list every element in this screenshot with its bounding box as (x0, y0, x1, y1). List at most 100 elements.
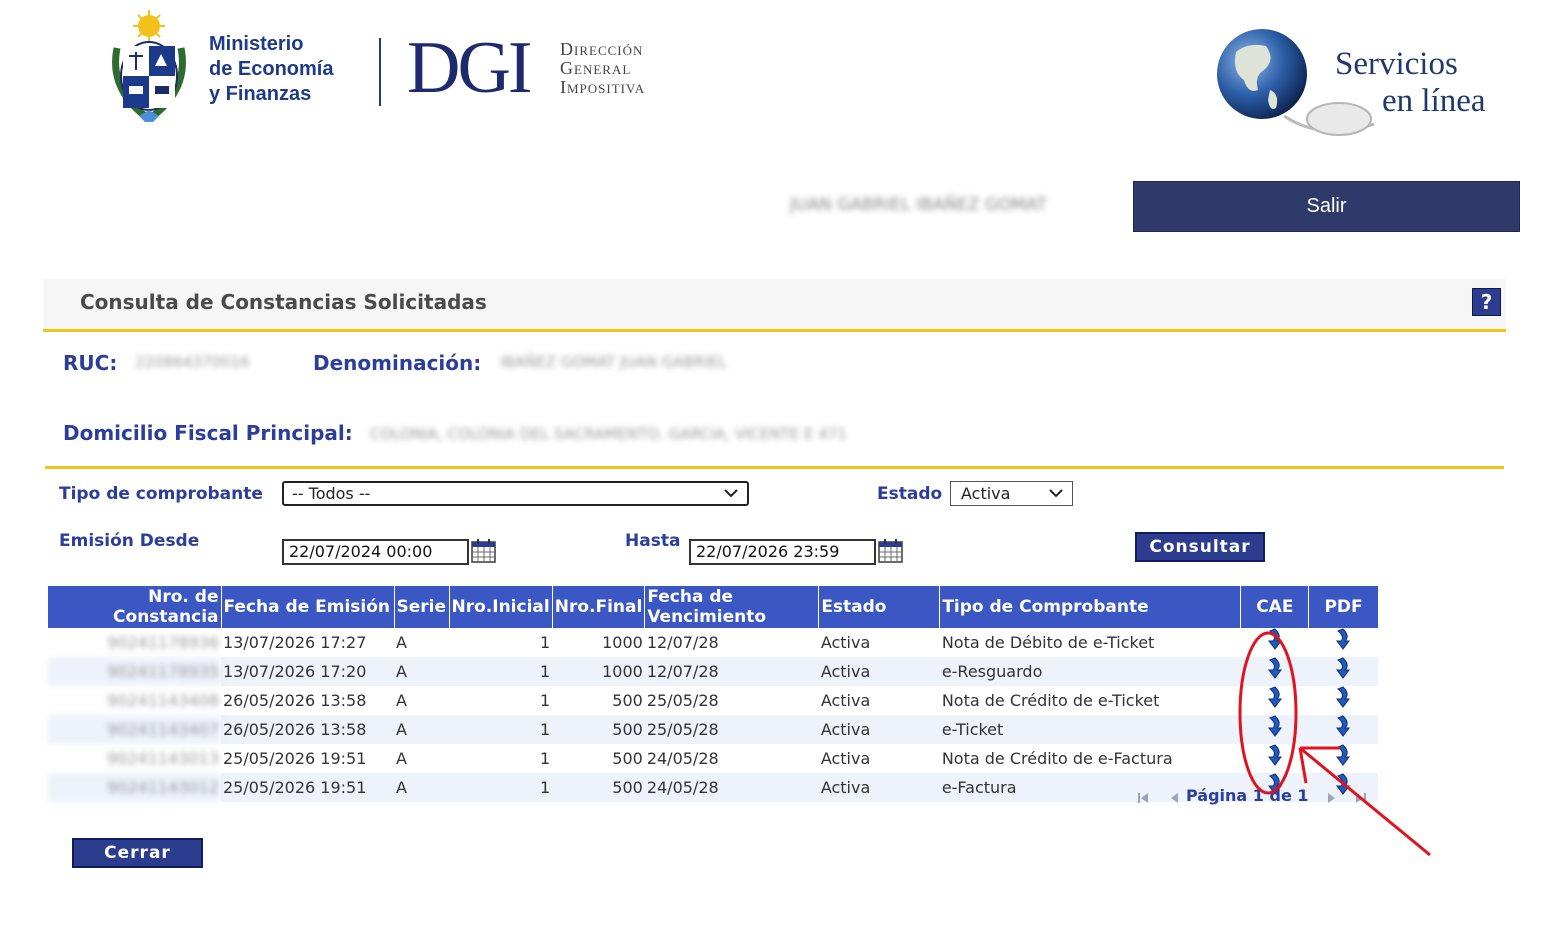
cell-pdf (1309, 628, 1378, 657)
cell-fecha-emision: 13/07/2026 17:20 (221, 657, 394, 686)
ministry-line-1: Ministerio (209, 33, 304, 55)
first-page-icon[interactable] (1137, 792, 1149, 804)
denominacion-label: Denominación: (313, 351, 482, 375)
estado-select[interactable]: Activa (950, 481, 1073, 506)
page-title: Consulta de Constancias Solicitadas (80, 290, 487, 314)
cell-cae (1241, 628, 1309, 657)
desde-input[interactable]: 22/07/2024 00:00 (282, 539, 469, 565)
col-venc-line-2: Vencimiento (647, 607, 767, 627)
cell-serie: A (394, 773, 449, 802)
download-pdf-icon[interactable] (1333, 715, 1353, 744)
cell-serie: A (396, 691, 407, 710)
cell-tipo-comprobante: e-Ticket (939, 715, 1241, 744)
tipo-select-value: -- Todos -- (292, 484, 371, 503)
col-cae[interactable]: CAE (1240, 586, 1310, 628)
col-nro-line-2: Constancia (113, 607, 219, 627)
estado-label: Estado (877, 484, 943, 504)
cell-nro-inicial: 1 (540, 691, 551, 710)
services-title-line-2: en línea (1382, 83, 1486, 119)
results-table: Nro. de Constancia Fecha de Emisión Serie… (48, 586, 1378, 802)
globe-mouse-icon (1214, 24, 1384, 144)
calendar-icon[interactable] (471, 539, 496, 567)
download-cae-icon[interactable] (1265, 657, 1285, 686)
cell-estado: Activa (820, 691, 871, 710)
col-fecha-vencimiento[interactable]: Fecha de Vencimiento (644, 586, 820, 628)
cell-fecha-emision: 26/05/2026 13:58 (223, 691, 367, 710)
cell-nro-inicial: 1 (540, 749, 551, 768)
cell-estado: Activa (820, 749, 871, 768)
col-fecha-emision[interactable]: Fecha de Emisión (221, 586, 395, 628)
cell-nro-final: 1000 (602, 633, 643, 652)
cell-fecha-vencimiento: 25/05/28 (646, 691, 719, 710)
tipo-label: Tipo de comprobante (59, 484, 263, 504)
calendar-icon[interactable] (878, 539, 903, 567)
col-tipo-comprobante[interactable]: Tipo de Comprobante (939, 586, 1242, 628)
dgi-line-2: General (560, 58, 632, 78)
desde-label: Emisión Desde (59, 531, 200, 551)
prev-page-icon[interactable] (1169, 792, 1179, 804)
domicilio-label: Domicilio Fiscal Principal: (63, 421, 353, 445)
cell-nro-inicial: 1 (449, 657, 553, 686)
cell-fecha-vencimiento: 25/05/28 (644, 715, 819, 744)
cell-cae (1241, 686, 1309, 715)
hasta-input[interactable]: 22/07/2026 23:59 (689, 539, 876, 565)
taxpayer-info-box (45, 332, 1504, 469)
cell-nro-constancia: 90241178935 (48, 657, 221, 686)
cell-pdf (1309, 744, 1378, 773)
cell-pdf (1308, 715, 1378, 744)
cell-pdf (1309, 686, 1378, 715)
col-estado[interactable]: Estado (818, 586, 941, 628)
close-button[interactable]: Cerrar (72, 838, 203, 868)
cell-nro-final: 500 (612, 691, 643, 710)
download-cae-icon[interactable] (1265, 686, 1285, 715)
cell-nro-constancia: 90241143408 (107, 691, 219, 710)
download-pdf-icon[interactable] (1333, 657, 1353, 686)
cell-nro-constancia: 90241143012 (48, 773, 221, 802)
tipo-select[interactable]: -- Todos -- (282, 481, 749, 506)
dgi-line-3: Impositiva (560, 77, 646, 97)
download-pdf-icon[interactable] (1333, 744, 1353, 773)
cell-serie: A (394, 657, 449, 686)
consultar-button[interactable]: Consultar (1135, 532, 1265, 562)
dgi-line-1: Dirección (560, 39, 644, 59)
cell-nro-final: 500 (552, 715, 645, 744)
dgi-logo: DGI (407, 27, 533, 109)
col-nro-final[interactable]: Nro.Final (552, 586, 646, 628)
cell-fecha-emision: 13/07/2026 17:27 (223, 633, 367, 652)
cell-serie: A (394, 715, 449, 744)
chevron-down-icon (1049, 489, 1063, 498)
col-pdf[interactable]: PDF (1308, 586, 1378, 628)
table-row: 90241143408 26/05/2026 13:58 A 1 500 25/05/28… (48, 686, 1378, 715)
table-row: 90241143407 26/05/2026 13:58 A 1 500 25/05/28… (48, 715, 1378, 744)
cell-nro-inicial: 1 (449, 715, 553, 744)
cell-fecha-vencimiento: 12/07/28 (644, 657, 819, 686)
cell-serie: A (396, 749, 407, 768)
next-page-icon[interactable] (1327, 792, 1337, 804)
download-cae-icon[interactable] (1265, 628, 1285, 657)
col-nro-inicial[interactable]: Nro.Inicial (449, 586, 553, 628)
table-header-row: Nro. de Constancia Fecha de Emisión Serie… (48, 586, 1378, 628)
cell-pdf (1308, 657, 1378, 686)
ruc-label: RUC: (63, 351, 118, 375)
col-nro-constancia[interactable]: Nro. de Constancia (48, 586, 222, 628)
last-page-icon[interactable] (1355, 792, 1367, 804)
ministry-line-2: de Economía (209, 58, 334, 80)
table-row: 90241143013 25/05/2026 19:51 A 1 500 24/05/28… (48, 744, 1378, 773)
download-cae-icon[interactable] (1265, 715, 1285, 744)
cell-tipo-comprobante: Nota de Crédito de e-Factura (941, 749, 1173, 768)
download-cae-icon[interactable] (1265, 744, 1285, 773)
help-icon[interactable]: ? (1472, 288, 1501, 316)
user-name: JUAN GABRIEL IBAÑEZ GOMAT (790, 195, 1047, 215)
cell-estado: Activa (818, 657, 940, 686)
cell-nro-final: 500 (612, 749, 643, 768)
logout-button[interactable]: Salir (1133, 181, 1520, 232)
cell-nro-constancia: 90241143407 (48, 715, 221, 744)
cell-nro-constancia: 90241143013 (107, 749, 219, 768)
download-pdf-icon[interactable] (1333, 686, 1353, 715)
cell-nro-final: 1000 (552, 657, 645, 686)
ruc-value: 220864370016 (135, 353, 250, 371)
download-pdf-icon[interactable] (1333, 628, 1353, 657)
cell-nro-constancia: 90241178936 (107, 633, 219, 652)
ministry-line-3: y Finanzas (209, 83, 312, 105)
col-serie[interactable]: Serie (394, 586, 450, 628)
